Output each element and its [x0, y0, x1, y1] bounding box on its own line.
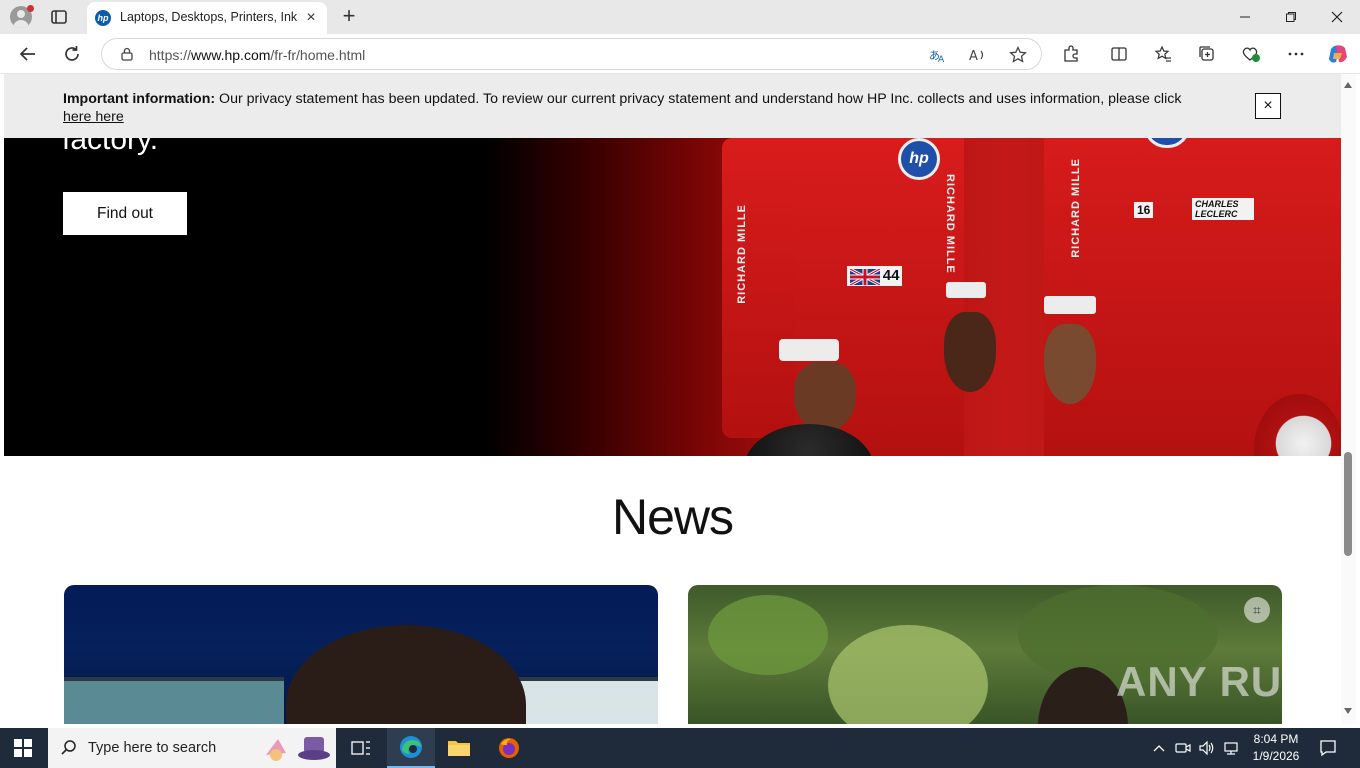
clock-time: 8:04 PM	[1253, 732, 1299, 746]
task-view-icon[interactable]	[337, 728, 385, 768]
driver-left-cuff	[779, 339, 839, 361]
address-bar[interactable]: https://www.hp.com/fr-fr/home.html あA A	[101, 38, 1042, 70]
scroll-down-arrow-icon[interactable]	[1344, 708, 1352, 714]
restore-icon[interactable]	[1268, 0, 1314, 34]
file-explorer-icon[interactable]	[435, 728, 483, 768]
news-card-1-person	[286, 625, 526, 724]
collections-icon[interactable]	[1196, 43, 1218, 65]
minimize-icon[interactable]	[1222, 0, 1268, 34]
browser-tab-bar: hp Laptops, Desktops, Printers, Ink & To…	[0, 0, 1360, 34]
refresh-icon[interactable]	[58, 41, 86, 67]
tab-actions-icon[interactable]	[50, 8, 68, 26]
hero-banner: hp RICHARD MILLE RICHARD MILLE 44 RICHAR…	[4, 74, 1341, 456]
news-section-title: News	[611, 489, 734, 545]
back-icon[interactable]	[14, 41, 42, 67]
svg-text:A: A	[938, 55, 945, 63]
privacy-notification-banner: Important information: Our privacy state…	[4, 74, 1341, 138]
copilot-icon[interactable]	[1327, 43, 1349, 65]
find-out-button[interactable]: Find out	[63, 192, 187, 235]
search-placeholder: Type here to search	[88, 740, 217, 756]
firefox-icon[interactable]	[485, 728, 533, 768]
url-text[interactable]: https://www.hp.com/fr-fr/home.html	[149, 47, 365, 63]
name-patch-leclerc: CHARLES LECLERC	[1192, 198, 1254, 220]
svg-text:A: A	[969, 49, 978, 63]
network-icon[interactable]	[1222, 739, 1240, 757]
sponsor-text-left-arm: RICHARD MILLE	[736, 204, 748, 304]
extensions-icon[interactable]	[1060, 43, 1082, 65]
sponsor-text-right: RICHARD MILLE	[1070, 158, 1082, 258]
search-highlight-art-icon	[262, 733, 332, 763]
show-hidden-icons-icon[interactable]	[1150, 739, 1168, 757]
privacy-body: Our privacy statement has been updated. …	[215, 91, 1182, 107]
clock-date: 1/9/2026	[1252, 749, 1300, 763]
read-aloud-icon[interactable]: A	[967, 44, 989, 66]
news-card-1[interactable]	[64, 585, 658, 724]
edge-taskbar-icon[interactable]	[387, 728, 435, 768]
hp-badge-left: hp	[898, 138, 940, 180]
scroll-up-arrow-icon[interactable]	[1344, 82, 1352, 88]
privacy-label: Important information:	[63, 91, 216, 107]
volume-icon[interactable]	[1198, 739, 1216, 757]
windows-start-icon[interactable]	[14, 739, 32, 757]
page-viewport: hp RICHARD MILLE RICHARD MILLE 44 RICHAR…	[4, 74, 1341, 724]
new-tab-icon[interactable]: +	[338, 5, 360, 28]
scrollbar-thumb[interactable]	[1344, 452, 1352, 556]
search-icon	[60, 739, 78, 757]
driver-right-cuff	[1044, 296, 1096, 314]
site-info-lock-icon[interactable]	[120, 47, 134, 61]
tab-close-icon[interactable]: ×	[303, 10, 319, 26]
translate-icon[interactable]: あA	[927, 44, 949, 66]
news-card-2-foliage	[708, 595, 828, 675]
news-card-1-monitor-right	[514, 677, 658, 724]
number-patch-16: 16	[1134, 202, 1154, 218]
sponsor-text-left: RICHARD MILLE	[944, 174, 956, 274]
news-card-2-foliage	[828, 625, 988, 724]
close-banner-icon[interactable]: ×	[1255, 93, 1281, 119]
active-tab[interactable]: hp Laptops, Desktops, Printers, Ink & To…	[87, 2, 327, 34]
news-card-1-monitor-left	[64, 677, 284, 724]
taskbar-search-box[interactable]: Type here to search	[48, 728, 336, 768]
url-host: www.hp.com	[191, 47, 271, 63]
number-44: 44	[882, 267, 900, 284]
more-options-icon[interactable]	[1285, 43, 1307, 65]
profile-notification-dot	[27, 5, 34, 12]
privacy-message: Important information: Our privacy state…	[63, 90, 1198, 126]
browser-toolbar: https://www.hp.com/fr-fr/home.html あA A	[0, 34, 1360, 74]
taskbar-clock[interactable]: 8:04 PM 1/9/2026	[1244, 731, 1308, 765]
page-scrollbar[interactable]	[1341, 74, 1356, 724]
notification-center-icon[interactable]	[1318, 738, 1338, 758]
driver-mid-hand	[944, 312, 996, 392]
anyrun-watermark: ANY RUN	[1116, 658, 1314, 705]
privacy-link[interactable]: here here	[63, 109, 124, 125]
hp-favicon-icon: hp	[95, 10, 111, 26]
driver-left-hand	[794, 362, 856, 432]
browser-essentials-icon[interactable]	[1240, 43, 1262, 65]
favorite-star-icon[interactable]	[1007, 44, 1029, 66]
visual-search-icon[interactable]: ⌗	[1244, 597, 1270, 623]
split-screen-icon[interactable]	[1108, 43, 1130, 65]
url-prefix: https://	[149, 47, 192, 63]
windows-taskbar: Type here to search 8:04 PM 1/9/2026	[0, 728, 1360, 768]
driver-mid-cuff	[946, 282, 986, 298]
close-window-icon[interactable]	[1314, 0, 1360, 34]
number-patch-44: 44	[847, 266, 903, 287]
tab-title: Laptops, Desktops, Printers, Ink & Toner…	[120, 10, 298, 24]
driver-right-hand	[1044, 324, 1096, 404]
favorites-icon[interactable]	[1152, 43, 1174, 65]
meet-now-icon[interactable]	[1174, 739, 1192, 757]
url-path: /fr-fr/home.html	[270, 47, 366, 63]
